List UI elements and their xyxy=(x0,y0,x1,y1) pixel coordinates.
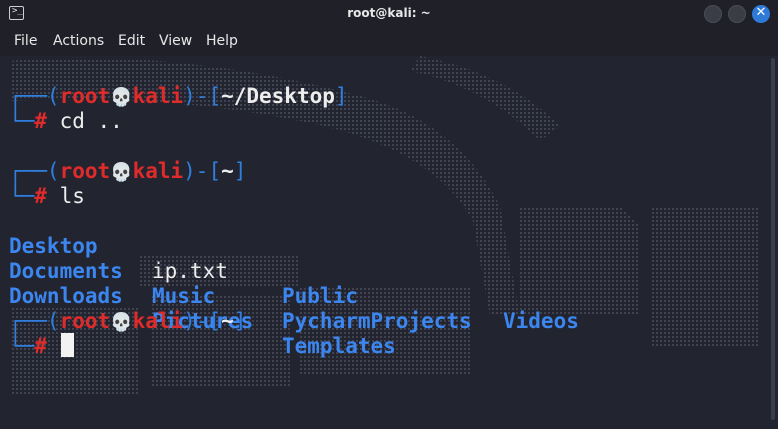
close-icon: ✕ xyxy=(755,5,767,20)
menu-view[interactable]: View xyxy=(159,33,192,49)
skull-icon: 💀 xyxy=(110,312,133,333)
minimize-button[interactable] xyxy=(704,5,722,23)
directory-entry: Music xyxy=(152,284,216,308)
maximize-button[interactable] xyxy=(728,5,746,23)
directory-entry: PycharmProjects xyxy=(282,309,472,333)
skull-icon: 💀 xyxy=(110,87,133,108)
command-line: └─# ls xyxy=(9,184,85,208)
directory-entry: Downloads xyxy=(9,284,123,308)
directory-entry: Public xyxy=(282,284,358,308)
menu-file[interactable]: File xyxy=(14,33,37,49)
scrollbar[interactable] xyxy=(771,58,775,420)
ls-output-row: Documents Music PycharmProjects xyxy=(9,234,769,333)
prompt-line: ┌──(root💀kali)-[~] xyxy=(9,309,247,333)
title-bar: >_ root@kali: ~ ✕ xyxy=(0,0,778,28)
ls-output-row: Downloads Pictures Templates xyxy=(9,259,769,358)
command-line: └─# cd .. xyxy=(9,109,123,133)
menu-actions[interactable]: Actions xyxy=(53,33,104,49)
window-title: root@kali: ~ xyxy=(347,6,431,20)
menu-help[interactable]: Help xyxy=(206,33,238,49)
text-cursor xyxy=(61,333,74,357)
command-line[interactable]: └─# xyxy=(9,334,47,359)
prompt-line: ┌──(root💀kali)-[~] xyxy=(9,159,247,183)
terminal-area[interactable]: ┌──(root💀kali)-[~/Desktop] └─# cd .. ┌──… xyxy=(0,56,778,429)
skull-icon: 💀 xyxy=(110,162,133,183)
menu-edit[interactable]: Edit xyxy=(118,33,145,49)
ls-output-row: Desktop ip.txt Public Videos xyxy=(9,209,769,333)
prompt-line: ┌──(root💀kali)-[~/Desktop] xyxy=(9,84,348,108)
directory-entry: Templates xyxy=(282,334,396,358)
close-button[interactable]: ✕ xyxy=(752,5,770,23)
menu-bar: File Actions Edit View Help xyxy=(0,28,778,56)
directory-entry: Videos xyxy=(503,309,579,333)
